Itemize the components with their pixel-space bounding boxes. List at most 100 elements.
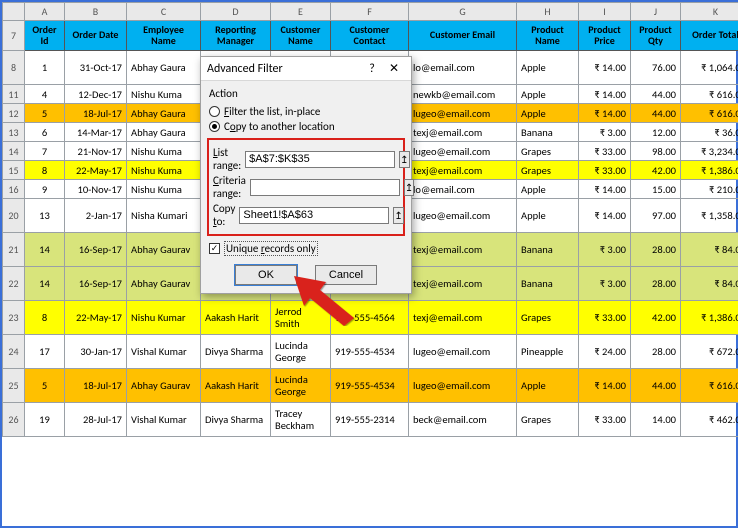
cell[interactable]: 22-May-17 bbox=[65, 301, 127, 335]
cell[interactable]: Aakash Harit bbox=[201, 369, 271, 403]
cell[interactable]: ₹ 33.00 bbox=[579, 301, 631, 335]
cell[interactable]: texj@email.com bbox=[409, 161, 517, 180]
cell[interactable]: ₹ 24.00 bbox=[579, 335, 631, 369]
col-letter[interactable]: K bbox=[681, 3, 738, 21]
cell[interactable]: 17 bbox=[25, 335, 65, 369]
header-cell[interactable]: Employee Name bbox=[127, 21, 201, 51]
cell[interactable]: lo@email.com bbox=[409, 51, 517, 85]
header-cell[interactable]: Customer Name bbox=[271, 21, 331, 51]
row-number[interactable]: 26 bbox=[3, 403, 25, 437]
cell[interactable]: Grapes bbox=[517, 403, 579, 437]
radio-filter-inplace[interactable]: Filter the list, in-place bbox=[209, 104, 403, 119]
list-range-input[interactable] bbox=[245, 151, 395, 168]
cell[interactable]: Abhay Gaura bbox=[127, 104, 201, 123]
cell[interactable]: 42.00 bbox=[631, 161, 681, 180]
col-letter[interactable]: A bbox=[25, 3, 65, 21]
cell[interactable]: texj@email.com bbox=[409, 123, 517, 142]
col-letter[interactable]: F bbox=[331, 3, 409, 21]
cell[interactable]: ₹ 14.00 bbox=[579, 369, 631, 403]
cell[interactable]: Lucinda George bbox=[271, 335, 331, 369]
col-letter[interactable]: G bbox=[409, 3, 517, 21]
cell[interactable]: 31-Oct-17 bbox=[65, 51, 127, 85]
cell[interactable]: 14 bbox=[25, 233, 65, 267]
cell[interactable]: 42.00 bbox=[631, 301, 681, 335]
unique-records-checkbox[interactable]: Unique records only bbox=[209, 240, 403, 257]
cell[interactable]: 28.00 bbox=[631, 233, 681, 267]
cell[interactable]: Nishu Kuma bbox=[127, 161, 201, 180]
cell[interactable]: 16-Sep-17 bbox=[65, 233, 127, 267]
col-letter[interactable]: H bbox=[517, 3, 579, 21]
cell[interactable]: ₹ 1,386.00 bbox=[681, 301, 738, 335]
radio-copy-location[interactable]: Copy to another location bbox=[209, 119, 403, 134]
cell[interactable]: 12-Dec-17 bbox=[65, 85, 127, 104]
cell[interactable]: Grapes bbox=[517, 301, 579, 335]
cell[interactable]: 18-Jul-17 bbox=[65, 104, 127, 123]
cell[interactable]: ₹ 84.00 bbox=[681, 267, 738, 301]
cell[interactable]: Abhay Gaura bbox=[127, 51, 201, 85]
cell[interactable]: 10-Nov-17 bbox=[65, 180, 127, 199]
cell[interactable]: 5 bbox=[25, 369, 65, 403]
ok-button[interactable]: OK bbox=[235, 265, 297, 285]
cell[interactable]: newkb@email.com bbox=[409, 85, 517, 104]
cell[interactable]: Apple bbox=[517, 369, 579, 403]
cell[interactable]: Divya Sharma bbox=[201, 335, 271, 369]
header-cell[interactable]: Product Name bbox=[517, 21, 579, 51]
cell[interactable]: 28.00 bbox=[631, 267, 681, 301]
cell[interactable]: Vishal Kumar bbox=[127, 403, 201, 437]
cell[interactable]: 5 bbox=[25, 104, 65, 123]
cell[interactable]: Nishu Kuma bbox=[127, 180, 201, 199]
col-letter[interactable]: D bbox=[201, 3, 271, 21]
row-number[interactable]: 21 bbox=[3, 233, 25, 267]
cell[interactable]: ₹ 84.00 bbox=[681, 233, 738, 267]
cell[interactable]: 7 bbox=[25, 142, 65, 161]
cell[interactable]: Apple bbox=[517, 51, 579, 85]
cell[interactable]: lugeo@email.com bbox=[409, 104, 517, 123]
close-button[interactable]: ✕ bbox=[383, 61, 405, 76]
copy-to-input[interactable] bbox=[239, 207, 389, 224]
cell[interactable]: Pineapple bbox=[517, 335, 579, 369]
cell[interactable]: 76.00 bbox=[631, 51, 681, 85]
range-picker-icon[interactable]: ↥ bbox=[404, 179, 414, 196]
cell[interactable]: ₹ 14.00 bbox=[579, 199, 631, 233]
cell[interactable]: 919-555-4534 bbox=[331, 369, 409, 403]
cell[interactable]: 44.00 bbox=[631, 85, 681, 104]
cell[interactable]: 6 bbox=[25, 123, 65, 142]
cell[interactable]: ₹ 210.00 bbox=[681, 180, 738, 199]
cell[interactable]: ₹ 14.00 bbox=[579, 180, 631, 199]
cell[interactable]: Banana bbox=[517, 233, 579, 267]
cell[interactable]: 4 bbox=[25, 85, 65, 104]
cell[interactable]: Abhay Gaurav bbox=[127, 233, 201, 267]
range-picker-icon[interactable]: ↥ bbox=[399, 151, 409, 168]
row-number[interactable]: 20 bbox=[3, 199, 25, 233]
cell[interactable]: Vishal Kumar bbox=[127, 335, 201, 369]
cell[interactable]: 14 bbox=[25, 267, 65, 301]
cell[interactable]: Abhay Gaurav bbox=[127, 369, 201, 403]
cell[interactable]: ₹ 1,358.00 bbox=[681, 199, 738, 233]
cell[interactable]: 2-Jan-17 bbox=[65, 199, 127, 233]
cell[interactable]: ₹ 14.00 bbox=[579, 104, 631, 123]
row-number[interactable]: 12 bbox=[3, 104, 25, 123]
cell[interactable]: ₹ 3.00 bbox=[579, 267, 631, 301]
cell[interactable]: 19 bbox=[25, 403, 65, 437]
cell[interactable]: 16-Sep-17 bbox=[65, 267, 127, 301]
row-number[interactable]: 25 bbox=[3, 369, 25, 403]
col-letter[interactable]: J bbox=[631, 3, 681, 21]
cell[interactable]: ₹ 616.00 bbox=[681, 85, 738, 104]
cell[interactable]: ₹ 672.00 bbox=[681, 335, 738, 369]
cell[interactable]: Apple bbox=[517, 85, 579, 104]
header-cell[interactable]: Product Qty bbox=[631, 21, 681, 51]
cell[interactable]: 9 bbox=[25, 180, 65, 199]
cell[interactable]: ₹ 33.00 bbox=[579, 403, 631, 437]
cell[interactable]: 919-555-4564 bbox=[331, 301, 409, 335]
cell[interactable]: texj@email.com bbox=[409, 233, 517, 267]
cell[interactable]: 28-Jul-17 bbox=[65, 403, 127, 437]
cell[interactable]: lugeo@email.com bbox=[409, 199, 517, 233]
cell[interactable]: lo@email.com bbox=[409, 180, 517, 199]
select-all-corner[interactable] bbox=[3, 3, 25, 21]
row-number[interactable]: 24 bbox=[3, 335, 25, 369]
row-number[interactable]: 8 bbox=[3, 51, 25, 85]
cell[interactable]: Lucinda George bbox=[271, 369, 331, 403]
cell[interactable]: Divya Sharma bbox=[201, 403, 271, 437]
cell[interactable]: ₹ 14.00 bbox=[579, 51, 631, 85]
row-number[interactable]: 14 bbox=[3, 142, 25, 161]
